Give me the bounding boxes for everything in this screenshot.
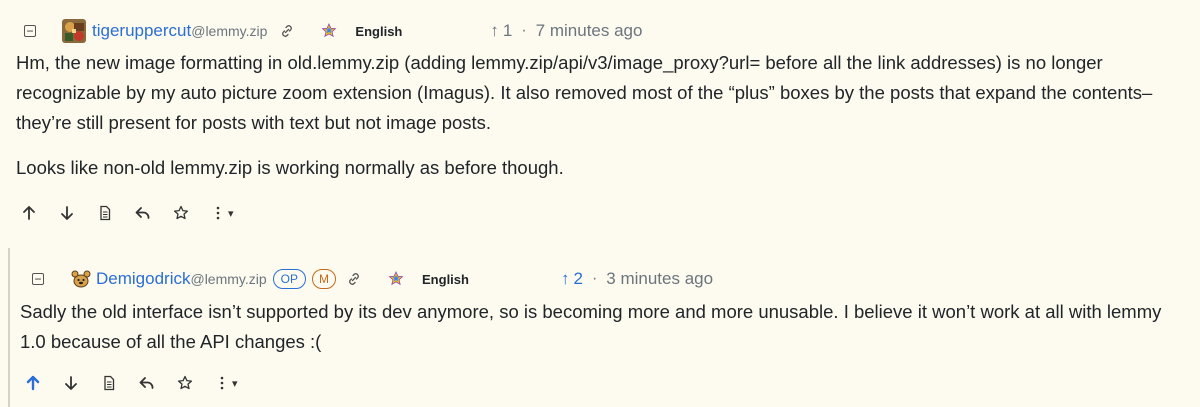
language-label: English	[355, 23, 403, 39]
language-icon	[388, 271, 404, 287]
avatar[interactable]	[70, 268, 92, 290]
comment-actions: ▾	[20, 204, 234, 222]
language-label: English	[422, 271, 469, 287]
comment-reply: − Demigodrick @lemmy.zip OP M English ↑ …	[8, 248, 1200, 407]
reply-button[interactable]	[138, 374, 156, 392]
separator: ·	[591, 270, 598, 287]
collapse-button[interactable]: −	[32, 273, 44, 285]
comment-header: − Demigodrick @lemmy.zip OP M English ↑ …	[32, 264, 713, 294]
upvote-arrow-icon: ↑	[560, 269, 570, 288]
upvote-button[interactable]	[24, 374, 42, 392]
comment: − tigeruppercut @lemmy.zip English ↑ 1 ·…	[0, 0, 1200, 240]
collapse-button[interactable]: −	[24, 25, 36, 37]
comment-paragraph: Hm, the new image formatting in old.lemm…	[16, 52, 1153, 133]
comment-actions: ▾	[24, 374, 238, 392]
view-source-button[interactable]	[100, 374, 118, 392]
comment-body: Sadly the old interface isn’t supported …	[20, 297, 1190, 357]
vote-score: ↑ 2	[561, 269, 583, 289]
comment-paragraph: Looks like non-old lemmy.zip is working …	[16, 157, 564, 178]
save-star-button[interactable]	[176, 374, 194, 392]
user-instance[interactable]: @lemmy.zip	[191, 23, 267, 39]
username-link[interactable]: Demigodrick	[96, 269, 190, 289]
comment-header: − tigeruppercut @lemmy.zip English ↑ 1 ·…	[24, 16, 642, 46]
comment-paragraph: Sadly the old interface isn’t supported …	[20, 301, 1162, 352]
score-value: 2	[573, 269, 583, 288]
comment-time[interactable]: 3 minutes ago	[606, 269, 713, 289]
more-options-button[interactable]: ▾	[214, 374, 238, 392]
link-icon[interactable]	[279, 23, 295, 39]
score-value: 1	[502, 21, 513, 40]
separator: ·	[521, 22, 527, 39]
save-star-button[interactable]	[172, 204, 190, 222]
link-icon[interactable]	[346, 271, 362, 287]
comment-body: Hm, the new image formatting in old.lemm…	[16, 48, 1186, 198]
chevron-down-icon: ▾	[232, 377, 238, 390]
language-icon	[321, 23, 337, 39]
comment-time[interactable]: 7 minutes ago	[536, 21, 643, 41]
user-instance[interactable]: @lemmy.zip	[190, 271, 266, 287]
downvote-button[interactable]	[62, 374, 80, 392]
upvote-button[interactable]	[20, 204, 38, 222]
more-options-button[interactable]: ▾	[210, 204, 234, 222]
mod-badge: M	[312, 269, 337, 289]
view-source-button[interactable]	[96, 204, 114, 222]
reply-button[interactable]	[134, 204, 152, 222]
downvote-button[interactable]	[58, 204, 76, 222]
chevron-down-icon: ▾	[228, 207, 234, 220]
upvote-arrow-icon: ↑	[490, 21, 499, 40]
op-badge: OP	[272, 269, 307, 289]
avatar[interactable]	[62, 19, 86, 43]
vote-score: ↑ 1	[490, 21, 512, 41]
username-link[interactable]: tigeruppercut	[92, 21, 191, 41]
